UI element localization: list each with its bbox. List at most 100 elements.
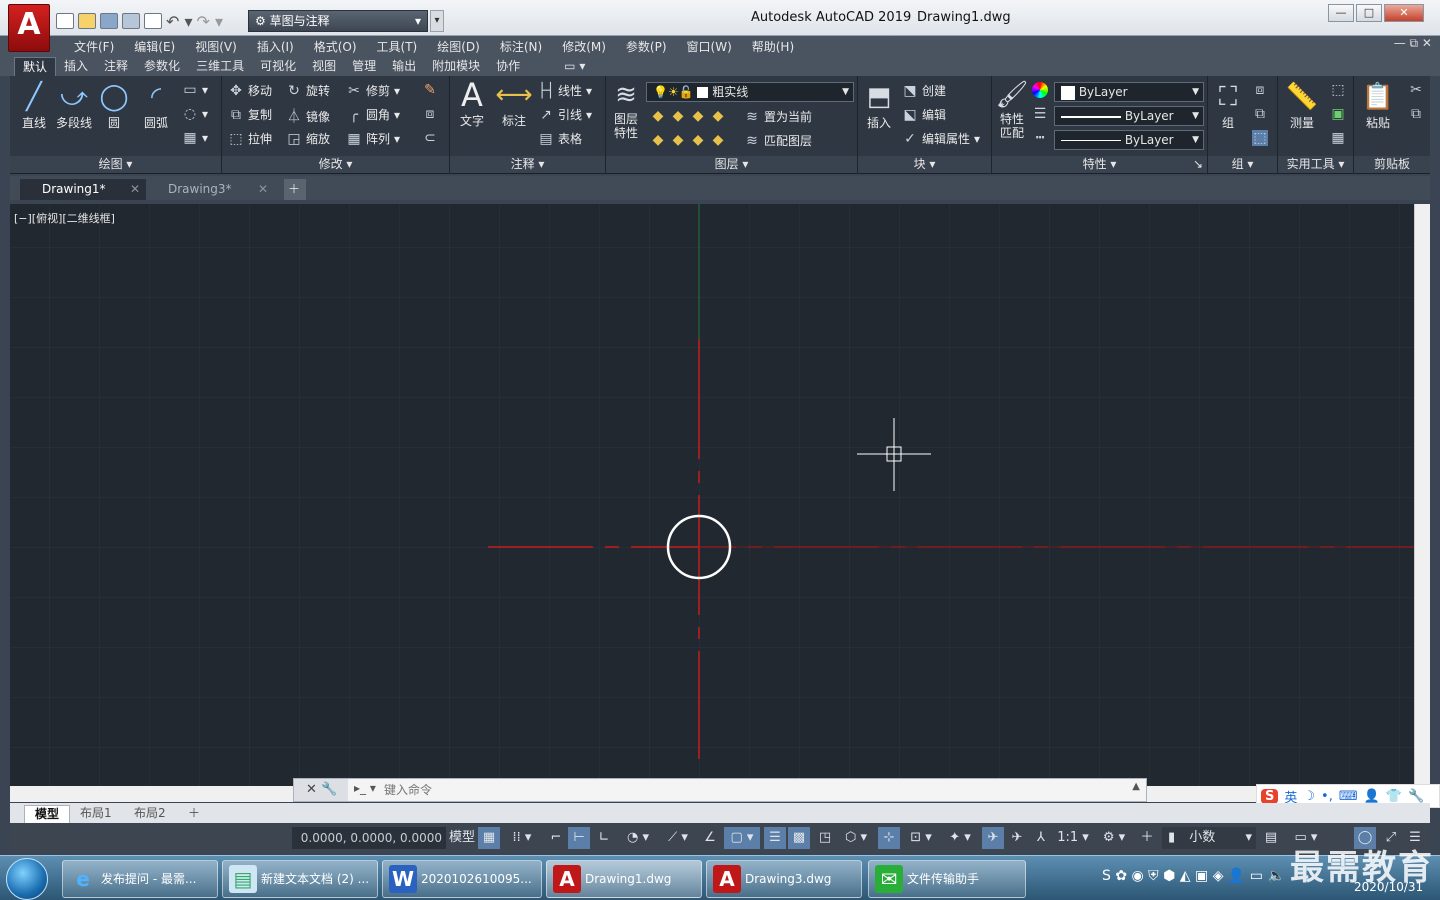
new-tab-button[interactable]: ＋ (284, 179, 306, 200)
text-button[interactable]: A 文字 (452, 79, 492, 129)
stretch-button[interactable]: ⬚ 拉伸 (228, 130, 272, 147)
minimize-button[interactable]: — (1328, 4, 1354, 22)
arc-button[interactable]: ◜ 圆弧 (136, 82, 176, 131)
menu-format[interactable]: 格式(O) (304, 38, 367, 55)
undo-icon[interactable]: ↶ ▾ (166, 12, 193, 31)
annotation-visibility-icon[interactable]: ✈ (982, 827, 1004, 849)
close-tab-icon[interactable]: ✕ (258, 179, 268, 199)
model-space-button[interactable]: 模型 (448, 827, 476, 849)
color-dropdown[interactable]: ByLayer ▼ (1054, 82, 1204, 102)
selection-cycling-icon[interactable]: ◳ (814, 827, 836, 849)
selection-filter-icon[interactable]: ⊡ ▾ (902, 827, 940, 849)
3d-osnap-icon[interactable]: ⬡ ▾ (838, 827, 874, 849)
drawing-canvas[interactable]: [−][俯视][二维线框] (10, 204, 1414, 786)
line-button[interactable]: ╱ 直线 (14, 82, 54, 131)
new-file-icon[interactable] (56, 13, 74, 29)
panel-draw-label[interactable]: 绘图 ▾ (10, 156, 221, 173)
menu-help[interactable]: 帮助(H) (742, 38, 804, 55)
layout-tab-1[interactable]: 布局1 (70, 805, 122, 823)
viewport-controls[interactable]: [−][俯视][二维线框] (14, 210, 115, 226)
layer-tools-row2[interactable]: ◆ ◆ ◆ ◆ (650, 132, 726, 148)
menu-modify[interactable]: 修改(M) (552, 38, 616, 55)
tray-icons[interactable]: S ✿ ◉ ⛨ ⬢ ◭ ▣ ◈ 👤 ▭ 🔈 (1102, 868, 1285, 884)
match-properties-button[interactable]: 🖌 特性 匹配 (994, 80, 1030, 140)
workspace-switch-icon[interactable]: ⚙ ▾ (1094, 827, 1134, 849)
layout-tab-model[interactable]: 模型 (24, 805, 71, 823)
menu-tools[interactable]: 工具(T) (367, 38, 428, 55)
open-file-icon[interactable] (78, 13, 96, 29)
print-icon[interactable] (144, 13, 162, 29)
panel-annotation-label[interactable]: 注释 ▾ (450, 156, 605, 173)
polar-toggle-icon[interactable]: ◔ ▾ (618, 827, 658, 849)
rotate-button[interactable]: ↻ 旋转 (286, 82, 330, 99)
taskbar-item-document[interactable]: W 2020102610095... (382, 860, 542, 898)
add-layout-button[interactable]: ＋ (178, 805, 210, 823)
quick-properties-icon[interactable]: ▤ (1260, 827, 1282, 849)
fillet-button[interactable]: ╭ 圆角 ▾ (346, 106, 400, 123)
vertical-scrollbar[interactable] (1414, 204, 1430, 786)
trim-button[interactable]: ✂ 修剪 ▾ (346, 82, 400, 99)
taskbar-item-drawing1[interactable]: A Drawing1.dwg (546, 860, 702, 898)
close-command-icon[interactable]: ✕ (306, 782, 317, 797)
snap-toggle-icon[interactable]: ⁞⁞ ▾ (502, 827, 542, 849)
application-menu-button[interactable]: A (8, 4, 50, 52)
lineweight-toggle-icon[interactable]: ☰ (764, 827, 786, 849)
panel-utilities-label[interactable]: 实用工具 ▾ (1278, 156, 1353, 173)
edit-block-button[interactable]: ⬕ 编辑 (902, 106, 946, 123)
gizmo-icon[interactable]: ✦ ▾ (942, 827, 978, 849)
customize-command-icon[interactable]: 🔧 (321, 782, 337, 797)
panel-layers-label[interactable]: 图层 ▾ (606, 156, 857, 173)
lineweight-dropdown[interactable]: ByLayer ▼ (1054, 106, 1204, 126)
panel-clipboard-label[interactable]: 剪贴板 (1354, 156, 1430, 173)
explode-button[interactable]: ⧈ (422, 106, 438, 122)
command-history-icon[interactable]: ▲ (1132, 781, 1140, 792)
layer-properties-button[interactable]: ≋ 图层 特性 (608, 80, 644, 140)
start-button[interactable] (6, 858, 48, 900)
save-icon[interactable] (100, 13, 118, 29)
panel-block-label[interactable]: 块 ▾ (858, 156, 991, 173)
cut-icon[interactable]: ✂ (1408, 82, 1424, 98)
menu-draw[interactable]: 绘图(D) (427, 38, 490, 55)
menu-view[interactable]: 视图(V) (185, 38, 247, 55)
doc-tab-drawing3[interactable]: Drawing3* ✕ (146, 179, 274, 200)
linetype-dropdown[interactable]: ByLayer ▼ (1054, 130, 1204, 150)
auto-scale-icon[interactable]: ✈ (1006, 827, 1028, 849)
tab-addins[interactable]: 附加模块 (424, 57, 488, 76)
object-snap-tracking-icon[interactable]: ∠ (698, 827, 722, 849)
layer-dropdown[interactable]: 💡☀🔓 粗实线 ▼ (646, 82, 854, 102)
panel-groups-label[interactable]: 组 ▾ (1208, 156, 1277, 173)
annotation-scale-icon[interactable]: ⅄ (1030, 827, 1052, 849)
quick-select-icon[interactable]: ⬚ (1330, 82, 1346, 98)
grid-toggle-icon[interactable]: ▦ (478, 827, 500, 849)
tab-manage[interactable]: 管理 (344, 57, 384, 76)
match-layer-button[interactable]: ≋ 匹配图层 (744, 132, 812, 149)
tab-3d-tools[interactable]: 三维工具 (188, 57, 252, 76)
panel-modify-label[interactable]: 修改 ▾ (222, 156, 449, 173)
ribbon-toggle-icon[interactable]: ▭ ▾ (556, 57, 593, 76)
rectangle-button[interactable]: ▭ ▾ (182, 82, 208, 98)
tab-insert[interactable]: 插入 (56, 57, 96, 76)
tab-home[interactable]: 默认 (14, 57, 57, 76)
menu-file[interactable]: 文件(F) (64, 38, 124, 55)
offset-button[interactable]: ⊂ (422, 130, 438, 146)
tab-parametric[interactable]: 参数化 (136, 57, 188, 76)
paste-button[interactable]: 📋 粘贴 (1358, 82, 1398, 131)
panel-properties-label[interactable]: 特性 ▾ ↘ (992, 156, 1207, 173)
dimension-button[interactable]: ⟷ 标注 (494, 80, 534, 129)
isodraft-icon[interactable]: ⟋ ▾ (660, 827, 696, 849)
close-button[interactable]: ✕ (1384, 4, 1424, 22)
infer-constraints-icon[interactable]: ⌐ (546, 827, 566, 849)
menu-window[interactable]: 窗口(W) (677, 38, 742, 55)
erase-button[interactable]: ✎ (422, 82, 438, 98)
tab-collaborate[interactable]: 协作 (488, 57, 528, 76)
boundary-button[interactable]: ▦ ▾ (182, 130, 208, 146)
calculator-icon[interactable]: ▦ (1330, 130, 1346, 146)
hatch-button[interactable]: ◌ ▾ (182, 106, 208, 122)
menu-parametric[interactable]: 参数(P) (616, 38, 677, 55)
table-button[interactable]: ▤ 表格 (538, 130, 582, 147)
close-tab-icon[interactable]: ✕ (130, 179, 140, 199)
object-snap-icon[interactable]: ▢ ▾ (724, 827, 760, 849)
doc-window-controls[interactable]: — ⧉ ✕ (1394, 36, 1432, 51)
doc-tab-drawing1[interactable]: Drawing1* ✕ (20, 179, 146, 200)
circle-button[interactable]: ◯ 圆 (94, 82, 134, 131)
